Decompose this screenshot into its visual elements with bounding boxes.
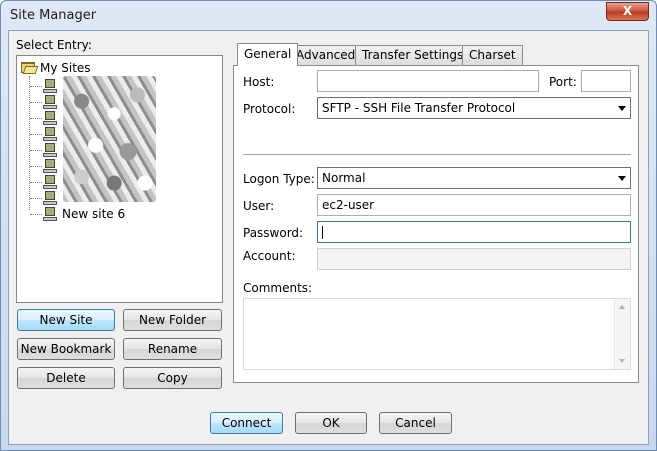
- new-bookmark-button[interactable]: New Bookmark: [17, 338, 115, 360]
- cancel-button[interactable]: Cancel: [379, 412, 452, 434]
- chevron-down-icon: [618, 106, 626, 111]
- protocol-select[interactable]: SFTP - SSH File Transfer Protocol: [317, 97, 631, 119]
- title-bar[interactable]: Site Manager X: [1, 1, 656, 31]
- ok-button[interactable]: OK: [295, 412, 367, 434]
- account-input: [317, 248, 631, 270]
- connect-button[interactable]: Connect: [210, 412, 283, 434]
- delete-button[interactable]: Delete: [17, 367, 115, 389]
- chevron-down-icon: [618, 176, 626, 181]
- computer-icon: [43, 206, 57, 222]
- site-name-label: New site 6: [62, 207, 126, 221]
- obscured-site-names: [63, 76, 156, 202]
- protocol-value: SFTP - SSH File Transfer Protocol: [322, 101, 516, 115]
- tab-general[interactable]: General: [237, 43, 299, 66]
- scroll-up-icon: [619, 305, 625, 309]
- site-manager-window: Site Manager X Select Entry: My Sites Ne…: [0, 0, 657, 451]
- computer-icon: [43, 190, 57, 206]
- close-button[interactable]: X: [606, 2, 649, 21]
- host-label: Host:: [243, 75, 275, 89]
- folder-open-icon: [21, 62, 39, 74]
- password-input[interactable]: [317, 221, 631, 243]
- site-tree[interactable]: My Sites New site 6: [16, 55, 223, 303]
- port-label: Port:: [549, 75, 577, 89]
- port-input[interactable]: [581, 70, 631, 92]
- comments-label: Comments:: [243, 281, 313, 295]
- tree-site-item[interactable]: [30, 126, 57, 142]
- tab-advanced[interactable]: Advanced: [289, 45, 363, 66]
- logon-type-select[interactable]: Normal: [317, 167, 631, 189]
- comments-scrollbar[interactable]: [614, 299, 630, 369]
- protocol-label: Protocol:: [243, 102, 296, 116]
- tree-site-item[interactable]: [30, 110, 57, 126]
- host-input[interactable]: [317, 70, 539, 92]
- tree-site-item[interactable]: [30, 190, 57, 206]
- rename-button[interactable]: Rename: [123, 338, 222, 360]
- tree-site-item-new-site-6[interactable]: New site 6: [30, 206, 125, 222]
- logon-type-value: Normal: [322, 171, 366, 185]
- computer-icon: [43, 126, 57, 142]
- computer-icon: [43, 174, 57, 190]
- tree-site-item[interactable]: [30, 142, 57, 158]
- user-input[interactable]: ec2-user: [317, 194, 631, 216]
- tree-root-my-sites[interactable]: My Sites: [21, 60, 91, 76]
- select-entry-label: Select Entry:: [16, 38, 92, 52]
- password-label: Password:: [243, 226, 304, 240]
- copy-button[interactable]: Copy: [123, 367, 222, 389]
- new-folder-button[interactable]: New Folder: [123, 309, 222, 331]
- computer-icon: [43, 110, 57, 126]
- text-cursor: [322, 226, 323, 239]
- tree-root-label: My Sites: [40, 61, 91, 75]
- logon-type-label: Logon Type:: [243, 172, 315, 186]
- new-site-button[interactable]: New Site: [17, 309, 115, 331]
- window-title: Site Manager: [10, 8, 97, 23]
- tree-site-item[interactable]: [30, 174, 57, 190]
- computer-icon: [43, 94, 57, 110]
- scroll-down-icon: [619, 359, 625, 363]
- tree-site-item[interactable]: [30, 94, 57, 110]
- section-divider: [243, 154, 631, 156]
- tree-site-item[interactable]: [30, 158, 57, 174]
- account-label: Account:: [243, 249, 296, 263]
- computer-icon: [43, 158, 57, 174]
- computer-icon: [43, 142, 57, 158]
- tab-transfer-settings[interactable]: Transfer Settings: [355, 45, 471, 66]
- dialog-body: Select Entry: My Sites New site 6 New Si…: [8, 30, 649, 445]
- computer-icon: [43, 78, 57, 94]
- user-label: User:: [243, 199, 275, 213]
- tab-charset[interactable]: Charset: [462, 45, 523, 66]
- comments-textarea[interactable]: [243, 298, 631, 370]
- tree-site-item[interactable]: [30, 78, 57, 94]
